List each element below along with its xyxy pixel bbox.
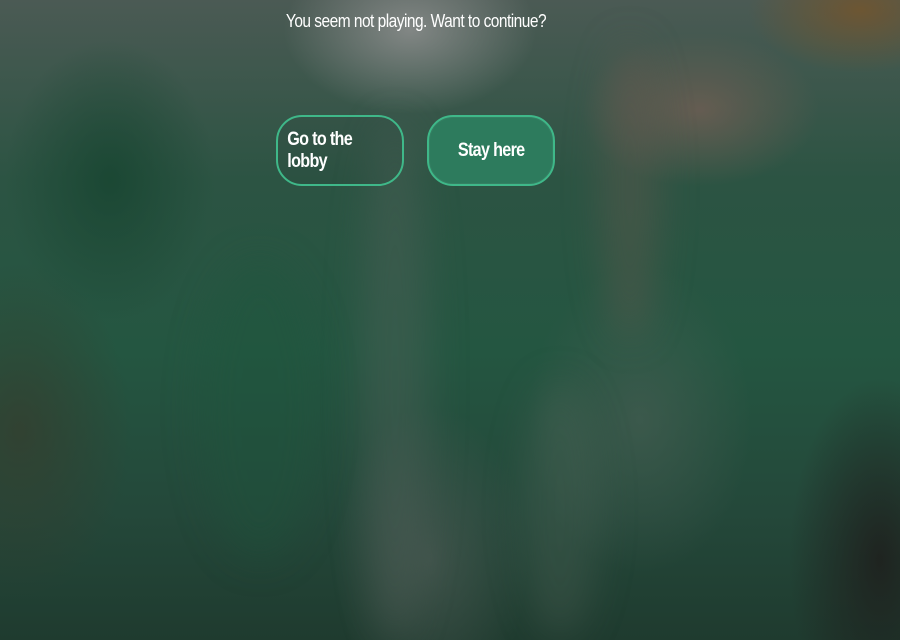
stay-here-label: Stay here — [457, 139, 525, 161]
inactivity-dialog: You seem not playing. Want to continue? … — [0, 0, 900, 640]
go-to-lobby-label: Go to the lobby — [287, 128, 353, 172]
go-to-lobby-button[interactable]: Go to the lobby — [276, 115, 404, 186]
inactivity-message: You seem not playing. Want to continue? — [285, 11, 547, 31]
stay-here-button[interactable]: Stay here — [427, 115, 555, 186]
